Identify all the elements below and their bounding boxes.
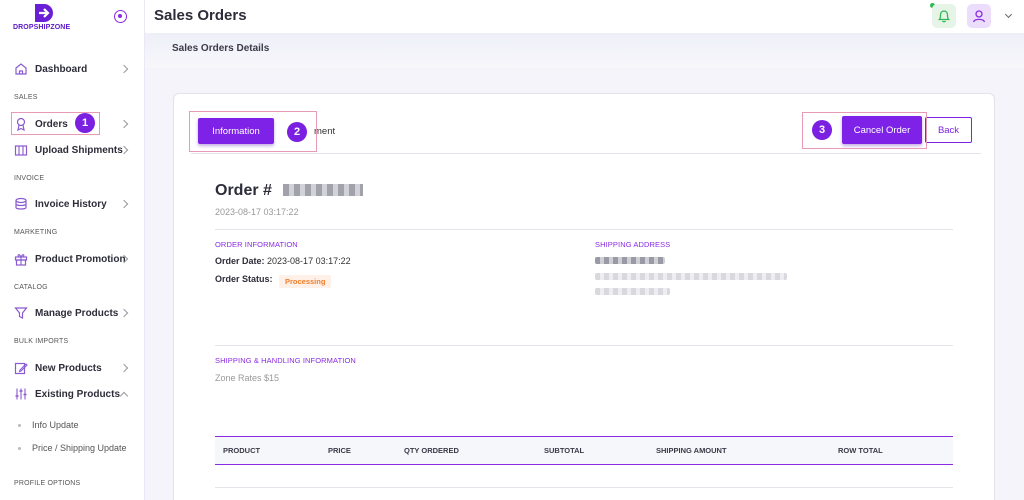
sidebar-item-upload-shipments[interactable]: Upload Shipments [0,139,145,161]
divider [215,229,953,230]
section-title-marketing: MARKETING [14,229,58,236]
sidebar-subitem-price-shipping-update[interactable]: Price / Shipping Update [18,443,127,453]
brand-logo[interactable]: DROPSHIPZONE [13,3,83,33]
user-icon [972,10,986,23]
sidebar-subitem-info-update[interactable]: Info Update [18,420,79,430]
page-title: Sales Orders [154,7,247,24]
column-header-qty-ordered: QTY ORDERED [404,446,459,455]
sidebar-item-label: New Products [35,362,102,374]
divider [215,345,953,346]
shipping-name-redacted [595,257,665,264]
annotation-badge-3: 3 [812,120,832,140]
top-bar: Sales Orders [145,0,1024,33]
shipping-address-label: SHIPPING ADDRESS [595,240,671,249]
shipping-street-redacted [595,273,787,280]
shipping-rate-value: Zone Rates $15 [215,373,280,383]
bullet-icon [18,424,21,428]
logo-icon [35,4,53,22]
section-title-sales: SALES [14,94,38,101]
brand-name: DROPSHIPZONE [13,24,71,31]
order-status-field: Order Status: [215,274,273,284]
tab-shipment[interactable]: ment [314,126,335,137]
sidebar-toggle-icon[interactable] [114,10,127,23]
column-header-shipping-amount: SHIPPING AMOUNT [656,446,727,455]
chevron-right-icon [119,119,129,129]
back-button[interactable]: Back [925,117,972,143]
database-icon [15,197,27,210]
tab-divider [191,153,981,154]
chevron-right-icon [119,308,129,318]
divider [215,487,953,488]
section-heading: Sales Orders Details [172,43,270,54]
column-header-row-total: ROW TOTAL [838,446,883,455]
bell-icon [937,10,951,23]
items-table-header: PRODUCT PRICE QTY ORDERED SUBTOTAL SHIPP… [215,436,953,465]
section-title-catalog: CATALOG [14,284,48,291]
annotation-badge-2: 2 [287,122,307,142]
sidebar-item-existing-products[interactable]: Existing Products [0,383,145,405]
subheader: Sales Orders Details [145,33,1024,68]
bullet-icon [18,447,21,451]
order-date-value: 2023-08-17 03:17:22 [267,256,351,266]
order-number-redacted [283,184,363,196]
sidebar-item-dashboard[interactable]: Dashboard [0,58,145,80]
annotation-badge-1: 1 [75,113,95,133]
sidebar-item-label: Manage Products [35,307,119,319]
notifications-button[interactable] [932,4,956,28]
order-details-card: Information ment 2 Cancel Order Back 3 O… [173,93,995,500]
filter-icon [14,307,28,319]
box-icon [14,145,28,156]
column-header-price: PRICE [328,446,351,455]
order-information-label: ORDER INFORMATION [215,240,298,249]
chevron-right-icon [119,199,129,209]
order-date-label: Order Date: [215,256,265,266]
section-title-bulk-imports: BULK IMPORTS [14,338,69,345]
user-menu-button[interactable] [967,4,991,28]
sidebar-item-label: Invoice History [35,198,107,210]
sliders-icon [15,388,27,400]
order-status-label: Order Status: [215,274,273,284]
sidebar-item-label: Dashboard [35,63,88,75]
home-icon [15,63,27,75]
edit-icon [14,362,28,375]
order-number-title: Order # [215,182,272,199]
sidebar-item-new-products[interactable]: New Products [0,357,145,379]
gift-icon [14,254,28,266]
shipping-handling-label: SHIPPING & HANDLING INFORMATION [215,356,356,365]
sidebar: DROPSHIPZONE Dashboard SALES Orders 1 Up… [0,0,145,500]
shipping-city-redacted [595,288,670,295]
sidebar-item-product-promotion[interactable]: Product Promotion [0,248,145,270]
section-title-invoice: INVOICE [14,175,45,182]
order-date-field: Order Date: 2023-08-17 03:17:22 [215,256,351,266]
sidebar-subitem-label: Price / Shipping Update [32,443,127,453]
sidebar-item-manage-products[interactable]: Manage Products [0,302,145,324]
sidebar-subitem-label: Info Update [32,420,79,430]
chevron-right-icon [119,64,129,74]
chevron-down-icon[interactable] [1004,10,1013,19]
column-header-subtotal: SUBTOTAL [544,446,585,455]
section-title-profile-options: PROFILE OPTIONS [14,480,81,487]
sidebar-item-invoice-history[interactable]: Invoice History [0,193,145,215]
sidebar-item-label: Product Promotion [35,253,126,265]
chevron-right-icon [119,363,129,373]
sidebar-item-label: Existing Products [35,388,121,400]
sidebar-item-label: Upload Shipments [35,144,123,156]
chevron-up-icon [119,391,129,401]
order-created-time: 2023-08-17 03:17:22 [215,207,299,217]
column-header-product: PRODUCT [223,446,261,455]
status-badge: Processing [279,275,332,288]
